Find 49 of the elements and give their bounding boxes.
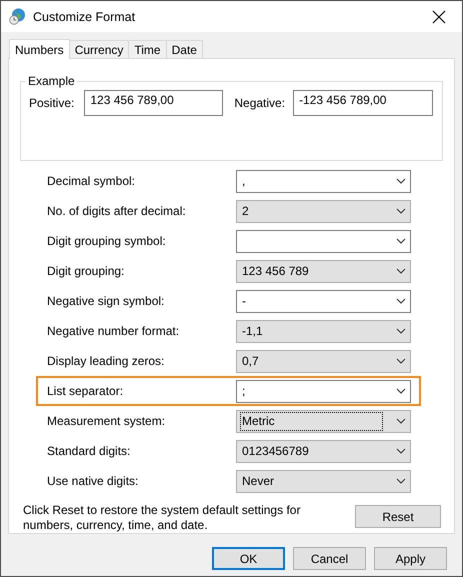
- chevron-down-icon: [396, 358, 406, 364]
- dropdown[interactable]: 123 456 789: [236, 260, 411, 282]
- setting-label: Digit grouping:: [47, 264, 126, 278]
- reset-button[interactable]: Reset: [355, 505, 441, 528]
- chevron-down-icon: [396, 388, 406, 394]
- tab[interactable]: Currency: [68, 40, 130, 58]
- chevron-down-icon: [396, 478, 406, 484]
- setting-label: Measurement system:: [47, 414, 166, 428]
- combo-box[interactable]: -: [236, 290, 411, 312]
- combo-box[interactable]: [236, 230, 411, 252]
- dialog-button[interactable]: OK: [212, 547, 285, 570]
- dropdown[interactable]: Metric: [236, 410, 411, 432]
- negative-label: Negative:: [234, 95, 286, 112]
- chevron-down-icon: [396, 448, 406, 454]
- chevron-down-icon: [396, 208, 406, 214]
- reset-note: Click Reset to restore the system default settings for numbers, currency, time, and date.: [23, 503, 302, 533]
- setting-label: Digit grouping symbol:: [47, 234, 167, 248]
- setting-label: Negative sign symbol:: [47, 294, 166, 308]
- window-title: Customize Format: [33, 10, 136, 24]
- dropdown[interactable]: 0123456789: [236, 440, 411, 462]
- chevron-down-icon: [396, 238, 406, 244]
- chevron-down-icon: [396, 298, 406, 304]
- chevron-down-icon: [396, 418, 406, 424]
- setting-label: Negative number format:: [47, 324, 180, 338]
- dropdown[interactable]: Never: [236, 470, 411, 492]
- setting-label: Display leading zeros:: [47, 354, 166, 368]
- combo-box[interactable]: ;: [236, 380, 411, 402]
- positive-label: Positive:: [29, 95, 74, 112]
- setting-label: No. of digits after decimal:: [47, 204, 187, 218]
- setting-label: Decimal symbol:: [47, 174, 136, 188]
- group-title: Example: [27, 74, 76, 88]
- dropdown[interactable]: 2: [236, 200, 411, 222]
- negative-example-field[interactable]: -123 456 789,00: [293, 90, 434, 116]
- tab[interactable]: Date: [166, 40, 203, 58]
- setting-label: Standard digits:: [47, 444, 132, 458]
- chevron-down-icon: [396, 328, 406, 334]
- setting-label: Use native digits:: [47, 474, 140, 488]
- dropdown[interactable]: 0,7: [236, 350, 411, 372]
- globe-clock-icon: [9, 8, 26, 25]
- dialog-button[interactable]: Cancel: [293, 547, 366, 570]
- dropdown[interactable]: -1,1: [236, 320, 411, 342]
- dialog-button[interactable]: Apply: [374, 547, 447, 570]
- tab[interactable]: Numbers: [9, 39, 70, 59]
- chevron-down-icon: [396, 268, 406, 274]
- combo-box[interactable]: ,: [236, 170, 411, 192]
- setting-label: List separator:: [47, 384, 124, 398]
- close-icon: [432, 10, 446, 24]
- positive-example-field[interactable]: 123 456 789,00: [84, 90, 224, 116]
- chevron-down-icon: [396, 178, 406, 184]
